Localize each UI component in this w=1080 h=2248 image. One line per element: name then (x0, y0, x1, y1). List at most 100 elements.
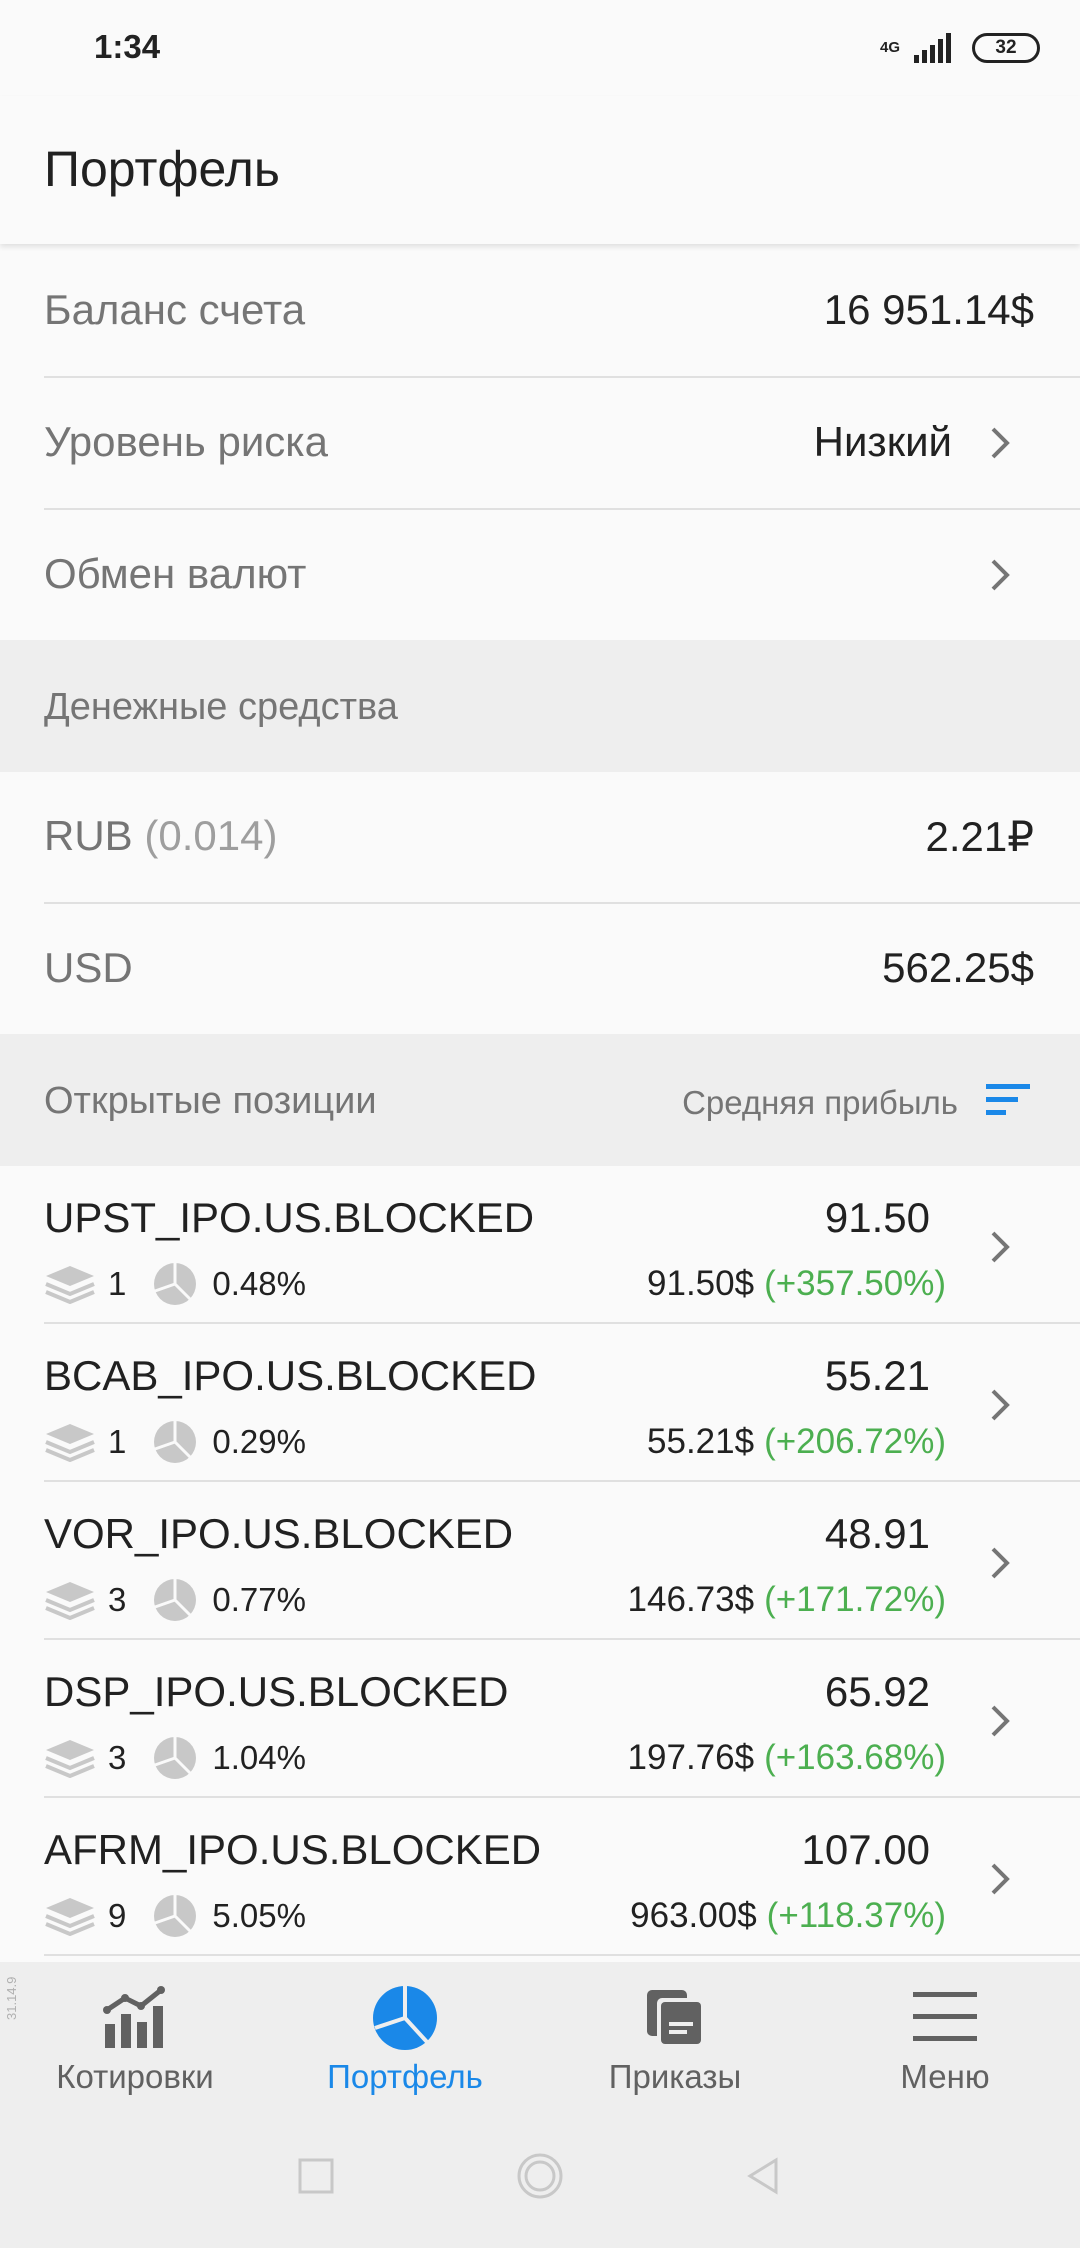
usd-value: 562.25$ (882, 944, 1034, 991)
pie-chart-icon (154, 1421, 197, 1463)
sort-label[interactable]: Средняя прибыль (682, 1084, 958, 1122)
nav-portfolio-label: Портфель (327, 2058, 483, 2095)
position-meta: 3 0.77% (44, 1576, 306, 1624)
position-share: 1.04% (212, 1739, 306, 1776)
position-quantity: 1 (108, 1423, 127, 1460)
network-label: 4G (879, 39, 900, 56)
layers-icon (45, 1898, 95, 1936)
position-quantity: 3 (108, 1581, 127, 1618)
chevron-right-icon (991, 1863, 1010, 1895)
position-change: (+357.50%) (764, 1264, 946, 1303)
position-row[interactable]: DSP_IPO.US.BLOCKED 3 1.04% 65.92 197.76$… (0, 1640, 1080, 1798)
pie-chart-icon (373, 1986, 437, 2050)
rub-value: 2.21₽ (925, 813, 1034, 860)
sort-icon[interactable] (986, 1082, 1030, 1118)
position-name: BCAB_IPO.US.BLOCKED (44, 1352, 537, 1399)
chevron-right-icon (991, 1547, 1010, 1579)
home-icon[interactable] (516, 2152, 564, 2200)
position-name: DSP_IPO.US.BLOCKED (44, 1668, 509, 1715)
rub-label: RUB (0.014) (44, 812, 277, 860)
position-profit: 55.21$ (+206.72%) (647, 1422, 946, 1462)
position-share: 0.29% (212, 1423, 306, 1460)
position-quantity: 1 (108, 1265, 127, 1302)
orders-icon (647, 1990, 703, 2046)
pie-chart-icon (154, 1579, 197, 1621)
system-navigation-bar (0, 2104, 1080, 2248)
chevron-right-icon (991, 1389, 1010, 1421)
cash-rub-row: RUB (0.014) 2.21₽ (0, 772, 1080, 904)
position-share: 0.48% (212, 1265, 306, 1302)
position-row[interactable]: AFRM_IPO.US.BLOCKED 9 5.05% 107.00 963.0… (0, 1798, 1080, 1956)
currency-exchange-row[interactable]: Обмен валют (0, 510, 1080, 642)
balance-label: Баланс счета (44, 286, 306, 333)
pie-chart-icon (154, 1737, 197, 1779)
recent-apps-icon[interactable] (292, 2152, 340, 2200)
status-time: 1:34 (94, 28, 161, 65)
chevron-right-icon (991, 1231, 1010, 1263)
pie-chart-icon (154, 1895, 197, 1937)
nav-orders[interactable]: Приказы (540, 1962, 810, 2104)
position-amount: 55.21$ (647, 1422, 755, 1461)
bottom-navigation: Котировки Портфель Приказы Меню (0, 1962, 1080, 2104)
position-amount: 963.00$ (630, 1896, 757, 1935)
position-meta: 1 0.29% (44, 1418, 306, 1466)
position-row[interactable]: BCAB_IPO.US.BLOCKED 1 0.29% 55.21 55.21$… (0, 1324, 1080, 1482)
nav-quotes-label: Котировки (56, 2058, 214, 2095)
position-name: UPST_IPO.US.BLOCKED (44, 1194, 535, 1241)
chart-icon (103, 1986, 165, 2048)
position-price: 107.00 (801, 1826, 930, 1873)
cash-section-header: Денежные средства (0, 640, 1080, 772)
position-meta: 9 5.05% (44, 1892, 306, 1940)
usd-label: USD (44, 944, 133, 991)
position-change: (+206.72%) (764, 1422, 946, 1461)
position-price: 48.91 (824, 1510, 930, 1557)
balance-row: Баланс счета 16 951.14$ (0, 246, 1080, 378)
position-row[interactable]: VOR_IPO.US.BLOCKED 3 0.77% 48.91 146.73$… (0, 1482, 1080, 1640)
position-change: (+171.72%) (764, 1580, 946, 1619)
position-meta: 3 1.04% (44, 1734, 306, 1782)
status-icons: 4G 32 (880, 28, 1040, 68)
nav-quotes[interactable]: Котировки (0, 1962, 270, 2104)
balance-value: 16 951.14$ (823, 286, 1034, 333)
pie-chart-icon (154, 1263, 197, 1305)
signal-icon (914, 33, 951, 63)
nav-portfolio[interactable]: Портфель (270, 1962, 540, 2104)
position-amount: 197.76$ (627, 1738, 755, 1777)
position-quantity: 3 (108, 1739, 127, 1776)
app-bar: Портфель (0, 96, 1080, 244)
battery-indicator: 32 (972, 33, 1040, 63)
layers-icon (45, 1740, 95, 1778)
position-meta: 1 0.48% (44, 1260, 306, 1308)
position-price: 65.92 (824, 1668, 930, 1715)
position-name: AFRM_IPO.US.BLOCKED (44, 1826, 542, 1873)
position-profit: 963.00$ (+118.37%) (630, 1896, 946, 1936)
position-profit: 197.76$ (+163.68%) (628, 1738, 946, 1778)
layers-icon (45, 1266, 95, 1304)
position-amount: 91.50$ (647, 1264, 755, 1303)
cash-usd-row: USD 562.25$ (0, 904, 1080, 1036)
chevron-right-icon (991, 1705, 1010, 1737)
layers-icon (45, 1424, 95, 1462)
risk-level-label: Уровень риска (44, 418, 328, 465)
position-profit: 146.73$ (+171.72%) (628, 1580, 946, 1620)
position-change: (+118.37%) (766, 1896, 946, 1935)
currency-exchange-label: Обмен валют (44, 550, 307, 597)
back-icon[interactable] (740, 2152, 788, 2200)
risk-level-row[interactable]: Уровень риска Низкий (0, 378, 1080, 510)
risk-level-value: Низкий (813, 418, 952, 465)
version-label: 31.14.9 (4, 1976, 19, 2020)
position-profit: 91.50$ (+357.50%) (647, 1264, 946, 1304)
nav-menu-label: Меню (900, 2058, 990, 2095)
rub-currency: RUB (44, 812, 133, 859)
position-amount: 146.73$ (627, 1580, 755, 1619)
position-share: 0.77% (212, 1581, 306, 1618)
position-row[interactable]: UPST_IPO.US.BLOCKED 1 0.48% 91.50 91.50$… (0, 1166, 1080, 1324)
position-quantity: 9 (108, 1897, 127, 1934)
chevron-right-icon (991, 427, 1010, 459)
divider (44, 1954, 1080, 1956)
rub-rate: (0.014) (144, 812, 278, 859)
status-bar: 1:34 4G 32 (0, 0, 1080, 96)
layers-icon (45, 1582, 95, 1620)
nav-menu[interactable]: Меню (810, 1962, 1080, 2104)
position-price: 55.21 (824, 1352, 930, 1399)
